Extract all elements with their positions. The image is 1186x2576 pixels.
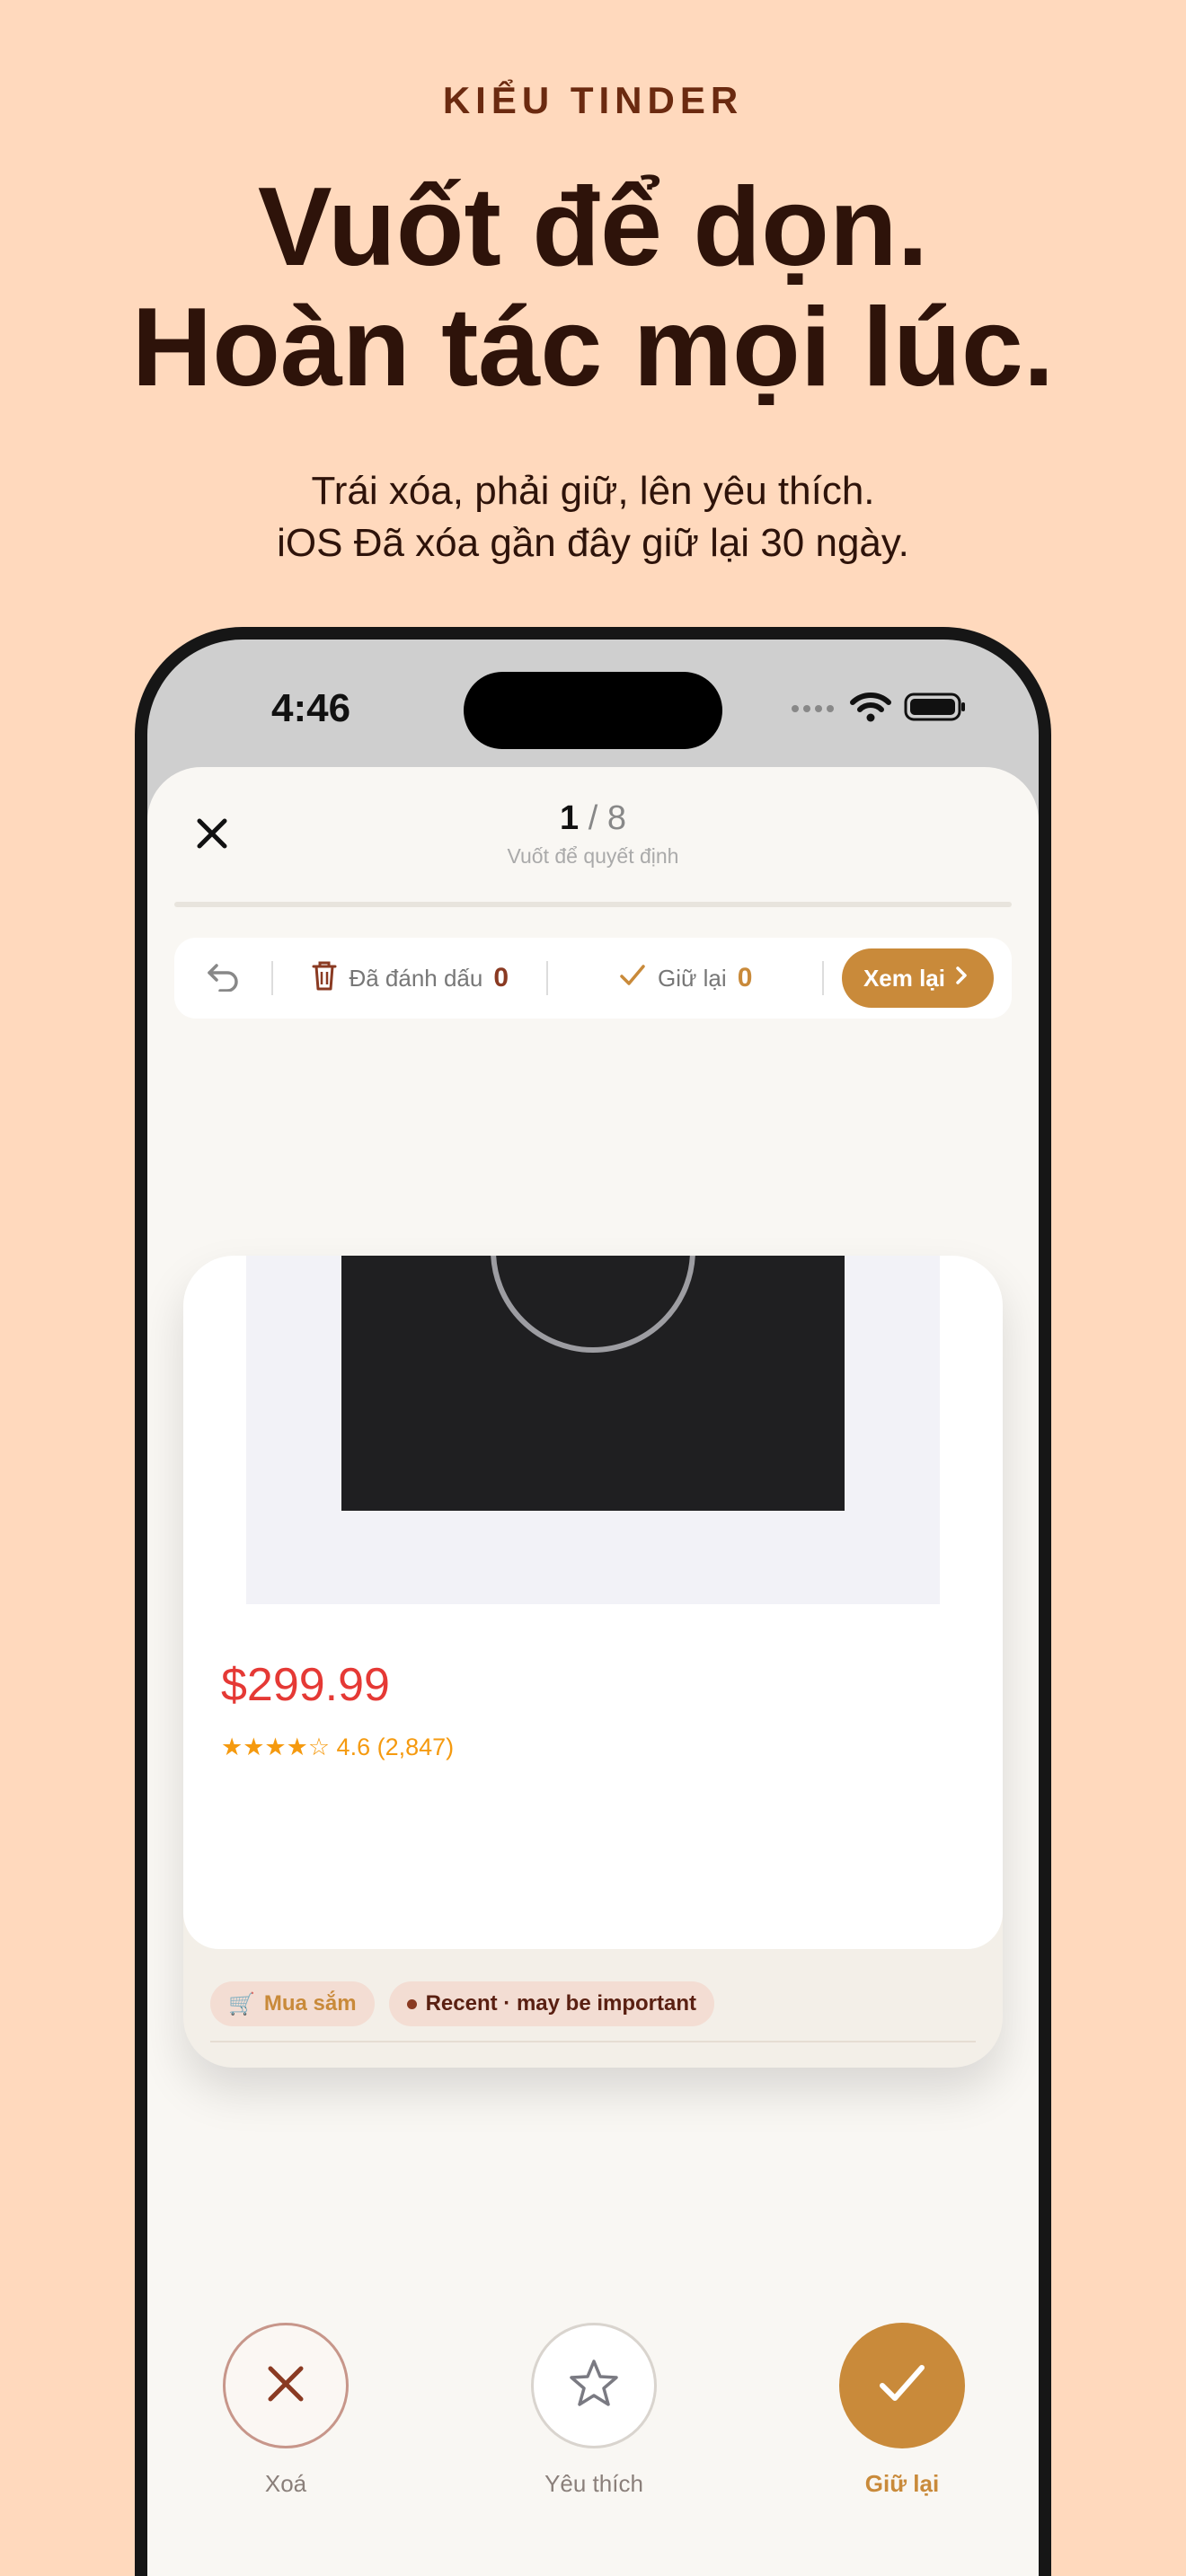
- phone-screen: 4:46 1 / 8 Vuốt để quyết định Đã đánh dấ…: [147, 640, 1039, 2576]
- close-icon: [263, 2361, 308, 2411]
- keep-label: Giữ lại: [864, 2470, 940, 2497]
- product-photo-ring: [491, 1256, 695, 1353]
- tag-shopping-label: Mua sắm: [263, 1991, 357, 2016]
- rating-value: 4.6 (2,847): [336, 1734, 455, 1760]
- review-label: Xem lại: [863, 964, 945, 992]
- chevron-right-icon: [954, 965, 969, 992]
- tag-recent: Recent · may be important: [388, 1981, 714, 2026]
- phone-frame: 4:46 1 / 8 Vuốt để quyết định Đã đánh dấ…: [135, 627, 1051, 2576]
- card-divider: [210, 2041, 976, 2042]
- promo-subtitle: Trái xóa, phải giữ, lên yêu thích. iOS Đ…: [0, 465, 1186, 569]
- marked-count: 0: [493, 963, 509, 992]
- tag-shopping: 🛒 Mua sắm: [210, 1981, 375, 2026]
- headline-line-2: Hoàn tác mọi lúc.: [131, 286, 1055, 410]
- tag-recent-label: Recent · may be important: [425, 1991, 696, 2016]
- product-rating: ★★★★☆ 4.6 (2,847): [221, 1734, 454, 1761]
- promo-headline: Vuốt để dọn. Hoàn tác mọi lúc.: [0, 167, 1186, 408]
- check-icon: [618, 963, 647, 994]
- star-icon: [567, 2357, 621, 2415]
- promo-eyebrow: KIỂU TINDER: [442, 79, 744, 121]
- keep-button[interactable]: [839, 2323, 965, 2448]
- kept-label: Giữ lại: [658, 964, 727, 992]
- counter-separator: /: [588, 799, 598, 837]
- status-bar: 4:46: [147, 640, 1039, 774]
- marked-stat[interactable]: Đã đánh dấu 0: [273, 959, 546, 998]
- favorite-label: Yêu thích: [544, 2470, 643, 2497]
- kept-count: 0: [737, 963, 753, 992]
- signal-icon: [791, 701, 837, 718]
- rating-stars: ★★★★☆: [221, 1734, 331, 1760]
- subtitle-line-1: Trái xóa, phải giữ, lên yêu thích.: [311, 469, 875, 513]
- delete-label: Xoá: [264, 2470, 307, 2497]
- action-toolbar: Đã đánh dấu 0 Giữ lại 0 Xem lại: [174, 938, 1012, 1019]
- product-photo: [341, 1256, 845, 1511]
- marked-label: Đã đánh dấu: [349, 964, 483, 992]
- favorite-button[interactable]: [531, 2323, 657, 2448]
- dynamic-island: [464, 672, 722, 749]
- card-tags: 🛒 Mua sắm Recent · may be important: [210, 1981, 714, 2026]
- trash-icon: [311, 959, 338, 998]
- review-button[interactable]: Xem lại: [841, 948, 994, 1008]
- status-icons: [791, 692, 967, 727]
- headline-line-1: Vuốt để dọn.: [257, 165, 929, 289]
- product-price: $299.99: [221, 1659, 390, 1711]
- battery-icon: [904, 692, 967, 727]
- dot-icon: [406, 1998, 417, 2009]
- counter-current: 1: [560, 799, 580, 837]
- check-icon: [875, 2360, 929, 2412]
- swipe-card[interactable]: $299.99 ★★★★☆ 4.6 (2,847) 🛒 Mua sắm Rece…: [183, 1256, 1003, 2068]
- counter-total: 8: [606, 799, 626, 837]
- status-time: 4:46: [271, 686, 351, 730]
- subtitle-line-2: iOS Đã xóa gần đây giữ lại 30 ngày.: [277, 521, 909, 565]
- counter-subtitle: Vuốt để quyết định: [507, 844, 679, 868]
- card-content: $299.99 ★★★★☆ 4.6 (2,847): [183, 1256, 1003, 1949]
- kept-stat[interactable]: Giữ lại 0: [548, 963, 821, 994]
- cart-icon: 🛒: [228, 1991, 255, 2016]
- progress-counter: 1 / 8: [147, 799, 1039, 838]
- toolbar-divider: [821, 961, 824, 995]
- undo-icon: [206, 961, 240, 996]
- card-photo-backdrop: [246, 1256, 940, 1604]
- progress-track: [174, 902, 1012, 907]
- swipe-sheet: 1 / 8 Vuốt để quyết định Đã đánh dấu 0 G…: [147, 767, 1039, 2576]
- delete-button[interactable]: [223, 2323, 349, 2448]
- wifi-icon: [850, 692, 891, 727]
- undo-button[interactable]: [174, 961, 271, 996]
